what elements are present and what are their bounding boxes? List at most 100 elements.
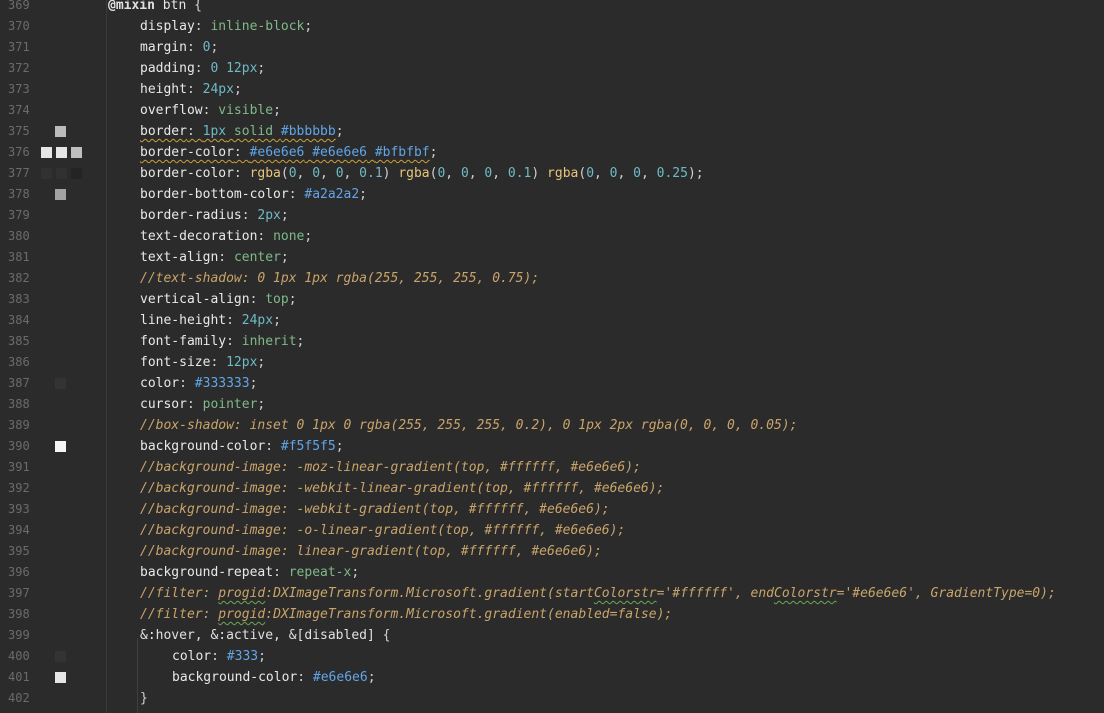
code-token: color	[140, 376, 180, 391]
line-number: 390	[8, 439, 30, 453]
code-token: :	[241, 208, 258, 223]
code-token: progid	[218, 607, 266, 622]
code-token: Colorstr	[774, 586, 837, 601]
code-token: rgba	[398, 166, 430, 181]
code-token: rgba	[249, 166, 281, 181]
code-token: :DXImageTransform.Microsoft.gradient(ena…	[265, 607, 673, 622]
code-token: :	[210, 355, 227, 370]
code-token: center	[233, 250, 281, 265]
gutter-row[interactable]: 372	[0, 58, 106, 79]
code-token: ;	[304, 229, 313, 244]
gutter-row[interactable]: 388	[0, 394, 106, 415]
code-token: ;	[304, 19, 313, 34]
code-text-area[interactable]: @mixin btn {display: inline-block; margin…	[107, 0, 1104, 713]
code-token: font-family	[140, 334, 227, 349]
gutter-row[interactable]: 380	[0, 226, 106, 247]
line-number: 380	[8, 229, 30, 243]
code-line-text: vertical-align: top;	[140, 289, 297, 310]
color-swatch-icon[interactable]	[56, 147, 67, 158]
code-token: }	[140, 691, 148, 706]
gutter-row[interactable]: 400	[0, 646, 106, 667]
color-swatch-icon[interactable]	[41, 147, 52, 158]
gutter-row[interactable]: 375	[0, 121, 106, 142]
code-editor[interactable]: 369 370 371 372 373 374 375 376 377 378 379 380 381 3…	[0, 0, 1104, 713]
gutter-row[interactable]: 386	[0, 352, 106, 373]
gutter-row[interactable]: 396	[0, 562, 106, 583]
code-token: background-color	[140, 439, 266, 454]
gutter-row[interactable]: 377	[0, 163, 106, 184]
gutter-row[interactable]: 376	[0, 142, 106, 163]
gutter-row[interactable]: 378	[0, 184, 106, 205]
code-line-text: }	[140, 688, 148, 709]
gutter-row[interactable]: 381	[0, 247, 106, 268]
gutter-row[interactable]: 392	[0, 478, 106, 499]
gutter-row[interactable]: 373	[0, 79, 106, 100]
code-token: 0	[335, 166, 344, 181]
code-line-text: @mixin btn {	[108, 0, 202, 16]
gutter-row[interactable]: 399	[0, 625, 106, 646]
code-token: 0	[312, 166, 321, 181]
gutter-row[interactable]: 383	[0, 289, 106, 310]
code-line-text: display: inline-block;	[140, 16, 312, 37]
color-swatch-icon[interactable]	[55, 651, 66, 662]
code-token: margin	[140, 40, 187, 55]
gutter-row[interactable]: 390	[0, 436, 106, 457]
code-token: height	[140, 82, 187, 97]
color-swatch-icon[interactable]	[71, 168, 82, 179]
gutter-row[interactable]: 402	[0, 688, 106, 709]
color-swatch-icon[interactable]	[55, 189, 66, 200]
code-token: :	[202, 103, 219, 118]
color-swatch-icon[interactable]	[55, 378, 66, 389]
code-token: :	[273, 565, 289, 580]
code-token: inline-block	[210, 19, 305, 34]
code-token: :	[233, 145, 250, 160]
line-number: 397	[8, 586, 30, 600]
gutter-row[interactable]: 370	[0, 16, 106, 37]
color-swatch-icon[interactable]	[55, 441, 66, 452]
code-token: 24px	[202, 82, 234, 97]
code-token: //background-image: -webkit-linear-gradi…	[140, 481, 665, 496]
code-token: 1px	[202, 124, 227, 139]
color-swatch-icon[interactable]	[55, 672, 66, 683]
line-number: 378	[8, 187, 30, 201]
gutter-row[interactable]: 391	[0, 457, 106, 478]
code-token: rgba	[547, 166, 579, 181]
code-token: text-align	[140, 250, 219, 265]
gutter-row[interactable]: 394	[0, 520, 106, 541]
gutter-row[interactable]: 395	[0, 541, 106, 562]
gutter-row[interactable]: 397	[0, 583, 106, 604]
color-swatch-icon[interactable]	[71, 147, 82, 158]
code-token: :	[226, 334, 242, 349]
gutter-row[interactable]: 374	[0, 100, 106, 121]
gutter-row[interactable]: 389	[0, 415, 106, 436]
code-token: #333	[226, 649, 259, 664]
gutter-row[interactable]: 385	[0, 331, 106, 352]
gutter-row[interactable]: 371	[0, 37, 106, 58]
code-token: padding	[140, 61, 195, 76]
gutter-row[interactable]: 387	[0, 373, 106, 394]
code-line-text: line-height: 24px;	[140, 310, 281, 331]
gutter-row[interactable]: 401	[0, 667, 106, 688]
color-swatch-icon[interactable]	[41, 168, 52, 179]
code-token: border-color	[140, 166, 234, 181]
code-token: :	[179, 376, 195, 391]
code-line-text: border-bottom-color: #a2a2a2;	[140, 184, 367, 205]
color-swatch-icon[interactable]	[55, 126, 66, 137]
line-number: 389	[8, 418, 30, 432]
code-line-text: //background-image: -webkit-linear-gradi…	[140, 478, 664, 499]
gutter-row[interactable]: 384	[0, 310, 106, 331]
gutter-row[interactable]: 369	[0, 0, 106, 16]
line-number-gutter[interactable]: 369 370 371 372 373 374 375 376 377 378 379 380 381 3…	[0, 0, 107, 713]
color-swatch-icon[interactable]	[56, 168, 67, 179]
code-token: ;	[257, 355, 266, 370]
code-token: ,	[617, 166, 634, 181]
code-token: ,	[492, 166, 508, 181]
code-token: ;	[288, 292, 297, 307]
gutter-row[interactable]: 382	[0, 268, 106, 289]
gutter-row[interactable]: 379	[0, 205, 106, 226]
gutter-row[interactable]: 393	[0, 499, 106, 520]
gutter-row[interactable]: 398	[0, 604, 106, 625]
code-token: (	[578, 166, 587, 181]
code-token: #a2a2a2	[304, 187, 360, 202]
code-token: #333333	[194, 376, 250, 391]
